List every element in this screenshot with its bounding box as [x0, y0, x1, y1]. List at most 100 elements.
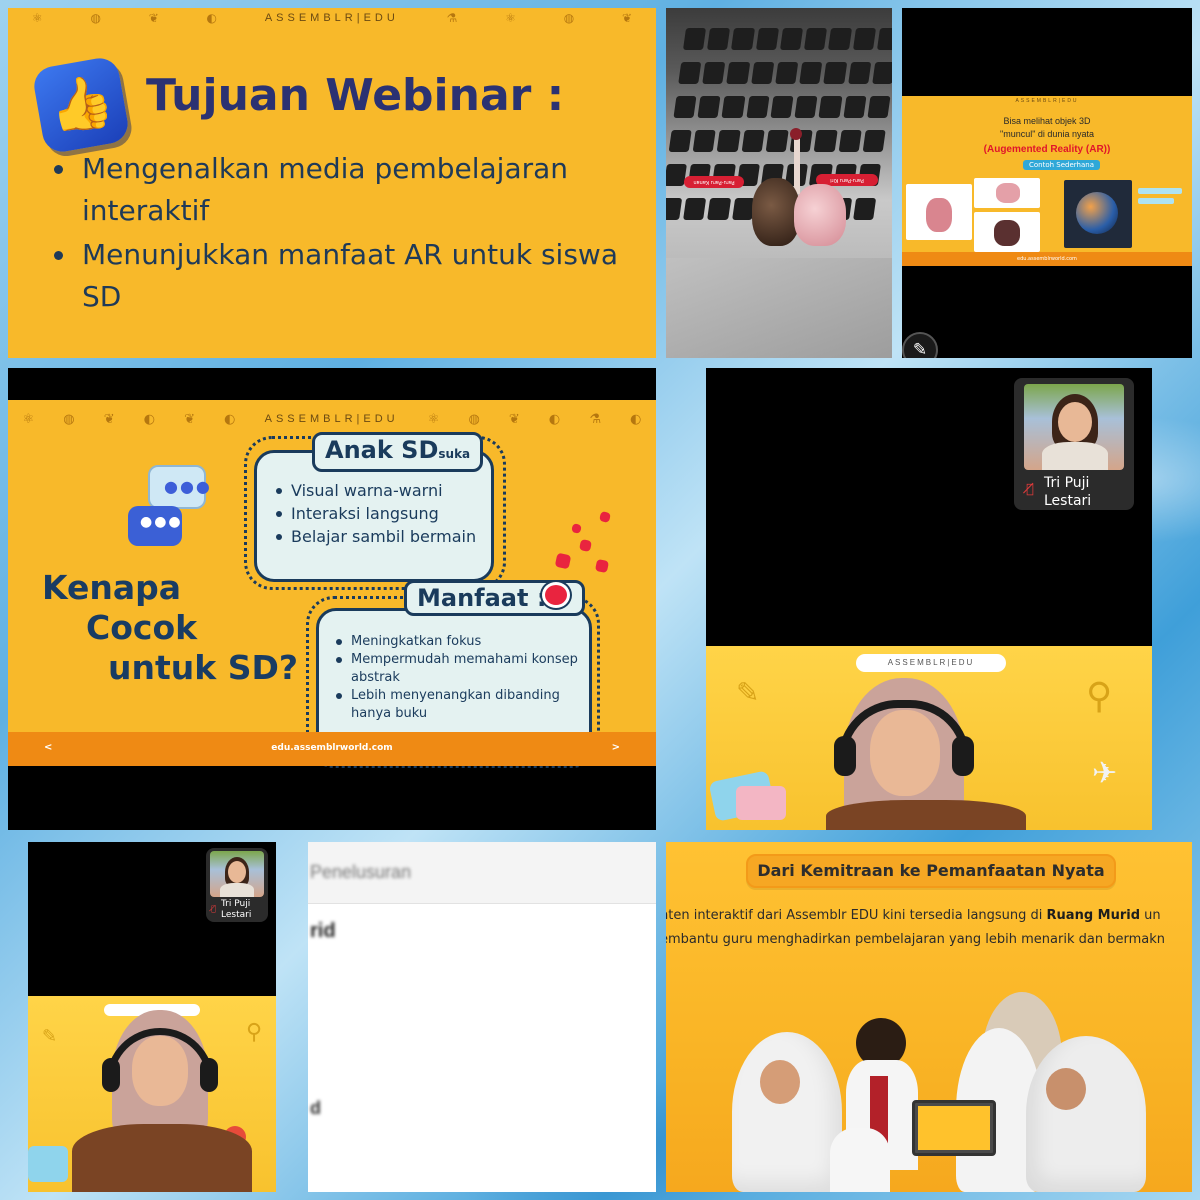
flask-icon: ⚗ — [446, 11, 458, 25]
heart-badge-icon — [542, 582, 570, 608]
planet-icon: ◐ — [206, 11, 218, 25]
slide-dari-kemitraan: Dari Kemitraan ke Pemanfaatan Nyata nten… — [666, 842, 1192, 1192]
slide-footer: < edu.assemblrworld.com > — [8, 732, 656, 766]
brand-logo: ASSEMBLR|EDU — [264, 12, 399, 24]
lung-label-text: Paru-Paru Kanan — [693, 179, 735, 185]
slide-content: ⚛ ◍ ❦ ◐ ❦ ◐ ASSEMBLR|EDU ⚛ ◍ ❦ ◐ ⚗ ◐ ●●●… — [8, 400, 656, 768]
lungs-thumbnail — [974, 212, 1040, 252]
heading-line: Cocok — [86, 608, 198, 647]
atom-icon: ⚛ — [505, 11, 516, 25]
anak-sd-label: Anak SDsuka — [312, 432, 484, 472]
blurred-text: rid — [310, 920, 336, 942]
leaf-icon: ❦ — [621, 11, 633, 25]
leaf-icon: ❦ — [148, 11, 159, 25]
heading-line: untuk SD? — [108, 648, 298, 687]
leaf-icon: ❦ — [184, 411, 196, 427]
ar-earth-photo — [1064, 180, 1132, 248]
speaker-camera-view: ✎ ⚲ — [28, 996, 276, 1192]
slide-title: Tujuan Webinar : — [146, 70, 565, 121]
example-tag: Contoh Sederhana — [1023, 160, 1101, 170]
goal-item: Menunjukkan manfaat AR untuk siswa SD — [48, 234, 638, 318]
slide-title: Dari Kemitraan ke Pemanfaatan Nyata — [746, 854, 1116, 888]
heart-icon — [554, 552, 572, 570]
slide-icon-strip: ⚛ ◍ ❦ ◐ ❦ ◐ ASSEMBLR|EDU ⚛ ◍ ❦ ◐ ⚗ ◐ — [8, 408, 656, 430]
lungs-thumbnail — [906, 184, 972, 240]
planet-icon: ◐ — [630, 411, 642, 427]
goal-list: Mengenalkan media pembelajaran interakti… — [48, 148, 638, 320]
participant-name: Tri Puji Lestari — [1044, 475, 1092, 509]
decor-book — [28, 1146, 68, 1182]
shared-slide-ar-example: ASSEMBLR|EDU Bisa melihat objek 3D "munc… — [902, 8, 1192, 358]
pin-doodle-icon: ⚲ — [1086, 676, 1113, 717]
trachea-shape — [794, 134, 800, 194]
blurred-heading: Penelusuran — [310, 862, 412, 882]
goal-item: Mengenalkan media pembelajaran interakti… — [48, 148, 638, 232]
slide-icon-strip: ⚛ ◍ ❦ ◐ ASSEMBLR|EDU ⚗ ⚛ ◍ ❦ — [8, 8, 656, 28]
thumbs-up-icon: 👍 — [31, 55, 131, 155]
slide-kenapa-cocok: ⚛ ◍ ❦ ◐ ❦ ◐ ASSEMBLR|EDU ⚛ ◍ ❦ ◐ ⚗ ◐ ●●●… — [8, 368, 656, 830]
paper-plane-icon: ✈ — [1092, 756, 1118, 791]
globe-icon: ◍ — [90, 11, 101, 25]
chat-bubble — [1138, 188, 1182, 194]
decor-bag — [736, 786, 786, 820]
mini-brand: ASSEMBLR|EDU — [1015, 98, 1079, 104]
speaker-person — [72, 1006, 252, 1192]
heart-icon — [599, 511, 611, 523]
heart-icon — [594, 558, 610, 574]
mic-off-icon: 🎙̸ — [1026, 482, 1034, 497]
doodle-icon: ✎ — [736, 676, 760, 709]
planet-icon: ◐ — [548, 411, 561, 427]
right-lung-shape — [794, 184, 846, 246]
atom-icon: ⚛ — [31, 11, 43, 25]
doodle-icon: ✎ — [42, 1026, 58, 1047]
video-call-speaker: 🎙̸ Tri Puji Lestari ASSEMBLR|EDU ✎ ⚲ ✈ — [706, 368, 1152, 830]
mini-slide: ASSEMBLR|EDU Bisa melihat objek 3D "munc… — [902, 96, 1192, 266]
leaf-icon: ❦ — [508, 411, 520, 427]
mini-line-1: Bisa melihat objek 3D — [1003, 116, 1091, 126]
benefit-list: Meningkatkan fokus Mempermudah memahami … — [333, 633, 589, 723]
participant-name: Tri Puji Lestari — [221, 899, 252, 920]
globe-icon: ◍ — [63, 411, 75, 427]
participant-avatar — [1024, 384, 1124, 470]
body-line: nten interaktif dari Assemblr EDU kini t… — [666, 908, 1161, 923]
chat-bubbles-icon: ●●● — [148, 465, 210, 509]
participant-tile[interactable]: 🎙̸ Tri Puji Lestari — [206, 848, 268, 922]
brand-logo: ASSEMBLR|EDU — [264, 413, 399, 425]
lungs-thumbnail — [974, 178, 1040, 208]
video-call-speaker-small: 🎙̸ Tri Puji Lestari ✎ ⚲ — [28, 842, 276, 1192]
blurred-browser-page: Penelusuran rid d — [308, 842, 656, 1192]
atom-icon: ⚛ — [427, 411, 440, 427]
globe-icon: ◍ — [468, 411, 480, 427]
lung-label-tag: Paru-Paru Kanan — [684, 176, 744, 188]
benefit-item: Meningkatkan fokus — [333, 633, 589, 651]
heart-icon — [578, 538, 593, 553]
slide-tujuan-webinar: ⚛ ◍ ❦ ◐ ASSEMBLR|EDU ⚗ ⚛ ◍ ❦ 👍 Tujuan We… — [8, 8, 656, 358]
participant-tile[interactable]: 🎙̸ Tri Puji Lestari — [1014, 378, 1134, 510]
planet-icon: ◐ — [224, 411, 236, 427]
pencil-icon[interactable]: ✎ — [902, 332, 938, 358]
chat-bubble — [1138, 198, 1174, 204]
likes-list: Visual warna-warni Interaksi langsung Be… — [273, 479, 491, 548]
participant-avatar — [210, 851, 264, 897]
mini-line-2: "muncul" di dunia nyata — [1000, 129, 1094, 139]
planet-icon: ◐ — [143, 411, 156, 427]
speaker-camera-view: ASSEMBLR|EDU ✎ ⚲ ✈ — [706, 646, 1152, 830]
benefit-item: Mempermudah memahami konsep abstrak — [333, 651, 589, 687]
benefit-item: Lebih menyenangkan dibanding hanya buku — [333, 687, 589, 723]
globe-icon: ◍ — [563, 11, 575, 25]
likes-item: Interaksi langsung — [273, 502, 491, 525]
left-lung-shape — [752, 178, 800, 246]
mini-ar-label: (Augemented Reality (AR)) — [983, 144, 1111, 155]
blurred-text: d — [310, 1098, 321, 1118]
footer-url: edu.assemblrworld.com — [271, 743, 393, 753]
speaker-person — [826, 666, 1026, 830]
likes-item: Belajar sambil bermain — [273, 525, 491, 548]
next-slide-button[interactable]: > — [612, 742, 620, 753]
ar-lungs-photo: Paru-Paru Kanan Paru-Paru Kiri — [666, 8, 892, 358]
heart-icon — [571, 523, 582, 534]
trachea-top — [790, 128, 802, 140]
flask-icon: ⚗ — [589, 411, 601, 427]
body-line: embantu guru menghadirkan pembelajaran y… — [666, 932, 1165, 947]
atom-icon: ⚛ — [22, 411, 35, 427]
chat-bubbles-icon: ●●● — [128, 506, 182, 546]
